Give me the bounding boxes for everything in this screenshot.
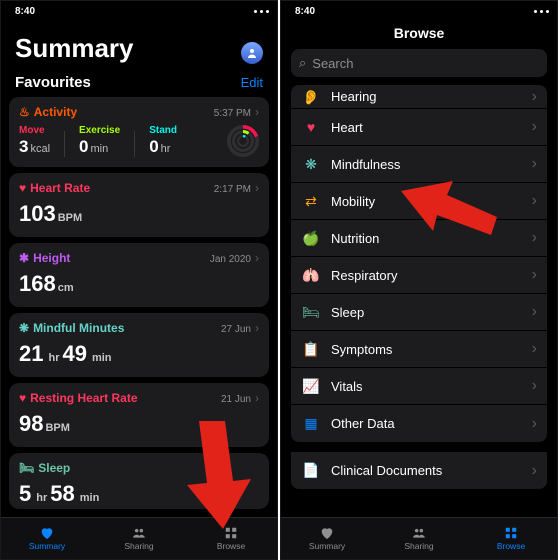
card-time: 2:17 PM xyxy=(214,181,259,195)
heart-icon xyxy=(39,525,55,541)
bed-icon: 🛏 xyxy=(19,461,34,475)
edit-button[interactable]: Edit xyxy=(241,75,263,90)
card-time: 21 Jun xyxy=(221,391,259,405)
tab-sharing[interactable]: Sharing xyxy=(93,518,185,559)
category-list: 👂 Hearing › ♥ Heart › ❋ Mindfulness › ⇄ … xyxy=(281,85,557,499)
apple-icon: 🍏 xyxy=(301,230,321,247)
clipboard-icon: 📋 xyxy=(301,341,321,358)
person-icon xyxy=(246,47,258,59)
tab-browse[interactable]: Browse xyxy=(465,518,557,559)
heart-icon: ♥ xyxy=(301,119,321,135)
bed-icon: 🛏 xyxy=(301,304,321,321)
people-icon xyxy=(410,526,428,540)
favourites-list: ♨Activity 5:37 PM Move3kcal Exercise0min… xyxy=(1,97,277,517)
status-bar: 8:40 xyxy=(281,1,557,19)
vitals-icon: 📈 xyxy=(301,378,321,395)
resting-hr-card[interactable]: ♥Resting Heart Rate 21 Jun 98BPM xyxy=(9,383,269,447)
chevron-right-icon: › xyxy=(532,118,537,136)
chevron-right-icon: › xyxy=(532,155,537,173)
list-item-other-data[interactable]: ▦ Other Data › xyxy=(291,405,547,442)
search-icon: ⌕ xyxy=(299,55,306,71)
heart-rate-card[interactable]: ♥Heart Rate 2:17 PM 103BPM xyxy=(9,173,269,237)
activity-card[interactable]: ♨Activity 5:37 PM Move3kcal Exercise0min… xyxy=(9,97,269,167)
chevron-right-icon: › xyxy=(532,377,537,395)
mobility-icon: ⇄ xyxy=(301,193,321,210)
list-item-hearing[interactable]: 👂 Hearing › xyxy=(291,85,547,109)
ear-icon: 👂 xyxy=(301,89,321,106)
status-time: 8:40 xyxy=(15,6,35,17)
chevron-right-icon: › xyxy=(532,229,537,247)
tab-bar: Summary Sharing Browse xyxy=(281,517,557,559)
tab-summary[interactable]: Summary xyxy=(281,518,373,559)
mindfulness-icon: ❋ xyxy=(301,156,321,173)
search-input[interactable]: ⌕ Search xyxy=(291,49,547,77)
heart-icon: ♥ xyxy=(19,181,26,195)
chevron-right-icon: › xyxy=(532,462,537,480)
grid-icon xyxy=(504,526,518,540)
page-title: Browse xyxy=(281,19,557,49)
card-time: 27 Jun xyxy=(221,321,259,335)
people-icon xyxy=(130,526,148,540)
chevron-right-icon: › xyxy=(532,415,537,433)
chevron-right-icon: › xyxy=(532,303,537,321)
list-item-nutrition[interactable]: 🍏 Nutrition › xyxy=(291,220,547,257)
mindfulness-icon: ❋ xyxy=(19,321,29,335)
tab-browse[interactable]: Browse xyxy=(185,518,277,559)
list-item-sleep[interactable]: 🛏 Sleep › xyxy=(291,294,547,331)
list-item-vitals[interactable]: 📈 Vitals › xyxy=(291,368,547,405)
list-item-heart[interactable]: ♥ Heart › xyxy=(291,109,547,146)
tab-summary[interactable]: Summary xyxy=(1,518,93,559)
tab-bar: Summary Sharing Browse xyxy=(1,517,277,559)
heart-icon: ♥ xyxy=(19,391,26,405)
search-placeholder: Search xyxy=(312,56,353,71)
list-item-respiratory[interactable]: 🫁 Respiratory › xyxy=(291,257,547,294)
card-time: 5:37 PM xyxy=(214,105,259,119)
chevron-right-icon: › xyxy=(532,88,537,106)
chevron-right-icon: › xyxy=(532,340,537,358)
chevron-right-icon: › xyxy=(532,266,537,284)
grid-icon: ▦ xyxy=(301,415,321,432)
list-item-clinical-documents[interactable]: 📄 Clinical Documents › xyxy=(291,452,547,489)
browse-screen: 8:40 Browse ⌕ Search 👂 Hearing › ♥ Heart… xyxy=(280,0,558,560)
card-time: Jan 2020 xyxy=(210,251,259,265)
status-time: 8:40 xyxy=(295,6,315,17)
sleep-card[interactable]: 🛏Sleep 5hr58min xyxy=(9,453,269,509)
favourites-heading: Favourites xyxy=(15,74,91,91)
page-title: Summary xyxy=(15,33,134,64)
tab-sharing[interactable]: Sharing xyxy=(373,518,465,559)
list-item-mindfulness[interactable]: ❋ Mindfulness › xyxy=(291,146,547,183)
list-item-symptoms[interactable]: 📋 Symptoms › xyxy=(291,331,547,368)
status-bar: 8:40 xyxy=(1,1,277,19)
profile-avatar[interactable] xyxy=(241,42,263,64)
grid-icon xyxy=(224,526,238,540)
chevron-right-icon: › xyxy=(532,192,537,210)
summary-screen: 8:40 Summary Favourites Edit ♨Activity 5… xyxy=(0,0,278,560)
mindful-card[interactable]: ❋Mindful Minutes 27 Jun 21hr49min xyxy=(9,313,269,377)
activity-rings-icon xyxy=(227,125,259,157)
lungs-icon: 🫁 xyxy=(301,267,321,284)
person-icon: ✱ xyxy=(19,251,29,265)
height-card[interactable]: ✱Height Jan 2020 168cm xyxy=(9,243,269,307)
flame-icon: ♨ xyxy=(19,105,30,119)
document-icon: 📄 xyxy=(301,462,321,479)
list-item-mobility[interactable]: ⇄ Mobility › xyxy=(291,183,547,220)
heart-icon xyxy=(319,525,335,541)
